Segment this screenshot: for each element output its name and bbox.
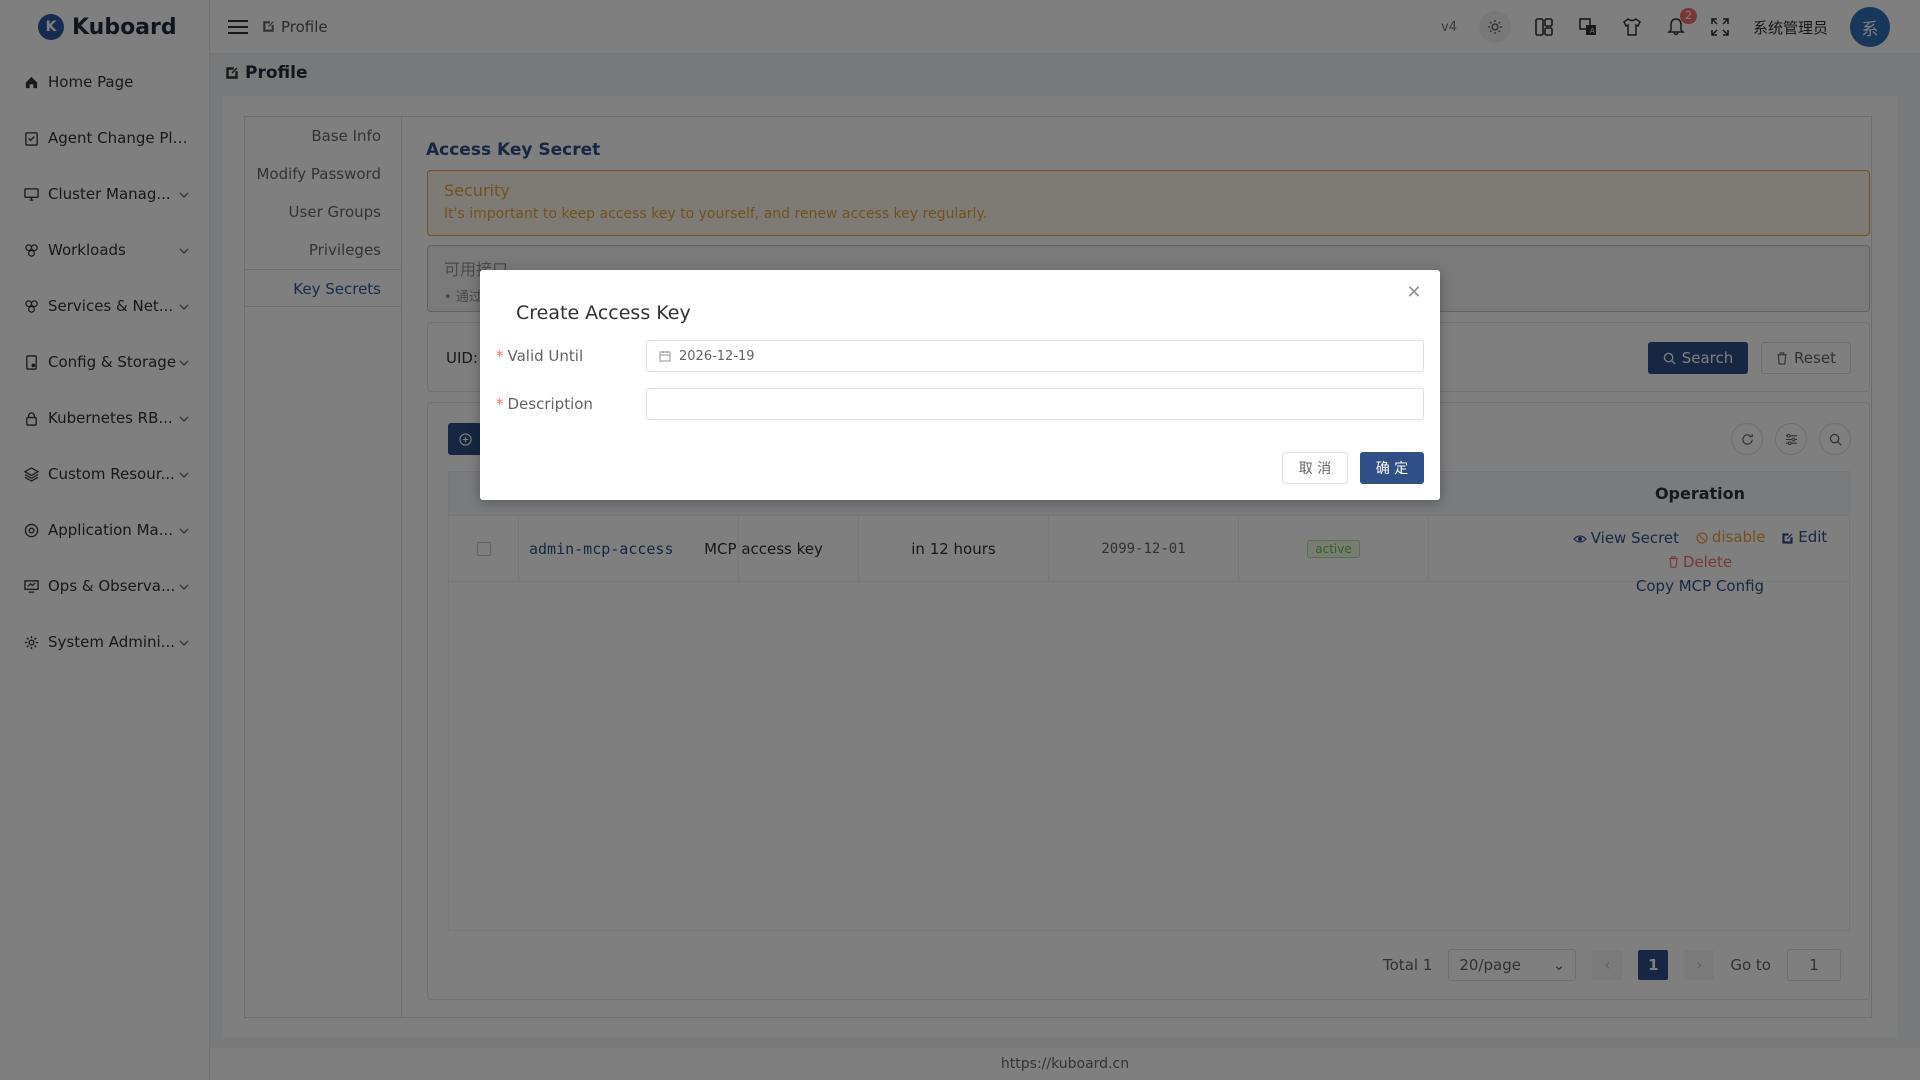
confirm-button[interactable]: 确 定 <box>1360 452 1424 484</box>
calendar-icon <box>659 351 671 362</box>
description-input[interactable] <box>646 388 1424 420</box>
valid-until-row: * Valid Until 2026-12-19 <box>496 340 1424 372</box>
valid-until-value: 2026-12-19 <box>679 348 755 364</box>
description-label-text: Description <box>507 395 593 413</box>
description-label: * Description <box>496 395 593 413</box>
close-icon[interactable]: ✕ <box>1404 282 1424 303</box>
valid-until-label-text: Valid Until <box>507 347 584 365</box>
modal-overlay[interactable] <box>0 0 1920 1080</box>
cancel-button[interactable]: 取 消 <box>1282 452 1348 484</box>
description-row: * Description <box>496 388 1424 420</box>
create-access-key-dialog: Create Access Key ✕ * Valid Until 2026-12… <box>480 270 1440 500</box>
valid-until-label: * Valid Until <box>496 347 584 365</box>
dialog-title: Create Access Key <box>516 302 691 324</box>
valid-until-date-picker[interactable]: 2026-12-19 <box>646 340 1424 372</box>
